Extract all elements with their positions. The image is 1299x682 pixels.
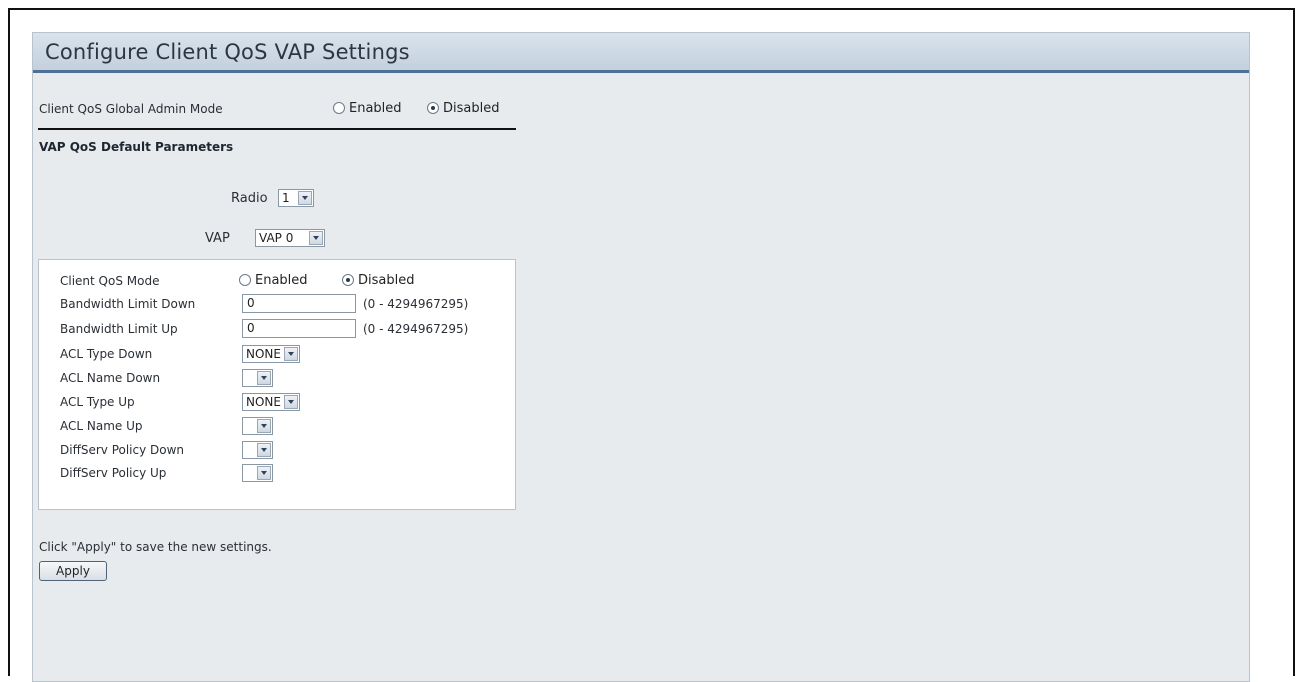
diffserv-up-label: DiffServ Policy Up bbox=[60, 466, 167, 480]
acl-name-up-label: ACL Name Up bbox=[60, 419, 143, 433]
diffserv-down-label: DiffServ Policy Down bbox=[60, 443, 185, 457]
vap-label: VAP bbox=[205, 231, 230, 246]
bandwidth-up-range: (0 - 4294967295) bbox=[363, 322, 469, 336]
acl-name-up-select[interactable] bbox=[242, 417, 273, 435]
vap-parameters-box: Client QoS Mode Enabled Disabled Bandwid… bbox=[38, 259, 516, 510]
defaults-heading: VAP QoS Default Parameters bbox=[39, 140, 234, 154]
bandwidth-up-label: Bandwidth Limit Up bbox=[60, 322, 178, 336]
global-mode-enabled-option[interactable]: Enabled bbox=[333, 101, 402, 116]
chevron-down-icon bbox=[257, 371, 271, 385]
diffserv-up-select[interactable] bbox=[242, 464, 273, 482]
client-qos-enabled-option[interactable]: Enabled bbox=[239, 273, 308, 288]
acl-type-down-label: ACL Type Down bbox=[60, 347, 153, 361]
client-qos-disabled-option[interactable]: Disabled bbox=[342, 273, 414, 288]
client-qos-enabled-radio[interactable] bbox=[239, 274, 251, 286]
client-qos-disabled-radio[interactable] bbox=[342, 274, 354, 286]
apply-button[interactable]: Apply bbox=[39, 561, 107, 581]
bandwidth-up-input[interactable]: 0 bbox=[242, 319, 356, 338]
page-title: Configure Client QoS VAP Settings bbox=[45, 40, 410, 64]
section-divider bbox=[38, 128, 516, 130]
settings-panel: Configure Client QoS VAP Settings Client… bbox=[32, 32, 1250, 682]
diffserv-down-select[interactable] bbox=[242, 441, 273, 459]
global-mode-enabled-radio[interactable] bbox=[333, 102, 345, 114]
bandwidth-down-input[interactable]: 0 bbox=[242, 294, 356, 313]
chevron-down-icon bbox=[257, 466, 271, 480]
global-mode-disabled-radio[interactable] bbox=[427, 102, 439, 114]
global-mode-label: Client QoS Global Admin Mode bbox=[39, 102, 223, 116]
bandwidth-down-range: (0 - 4294967295) bbox=[363, 297, 469, 311]
chevron-down-icon bbox=[284, 347, 298, 361]
chevron-down-icon bbox=[257, 443, 271, 457]
acl-name-down-select[interactable] bbox=[242, 369, 273, 387]
vap-select[interactable]: VAP 0 bbox=[255, 229, 325, 247]
acl-type-up-label: ACL Type Up bbox=[60, 395, 135, 409]
chevron-down-icon bbox=[309, 231, 323, 245]
title-bar: Configure Client QoS VAP Settings bbox=[33, 33, 1249, 73]
acl-type-down-select[interactable]: NONE bbox=[242, 345, 300, 363]
apply-hint: Click "Apply" to save the new settings. bbox=[39, 540, 272, 554]
chevron-down-icon bbox=[298, 191, 312, 205]
client-qos-mode-label: Client QoS Mode bbox=[60, 274, 160, 288]
radio-select[interactable]: 1 bbox=[278, 189, 314, 207]
radio-label: Radio bbox=[231, 191, 268, 206]
bandwidth-down-label: Bandwidth Limit Down bbox=[60, 297, 196, 311]
acl-name-down-label: ACL Name Down bbox=[60, 371, 161, 385]
chevron-down-icon bbox=[284, 395, 298, 409]
chevron-down-icon bbox=[257, 419, 271, 433]
global-mode-disabled-option[interactable]: Disabled bbox=[427, 101, 499, 116]
acl-type-up-select[interactable]: NONE bbox=[242, 393, 300, 411]
